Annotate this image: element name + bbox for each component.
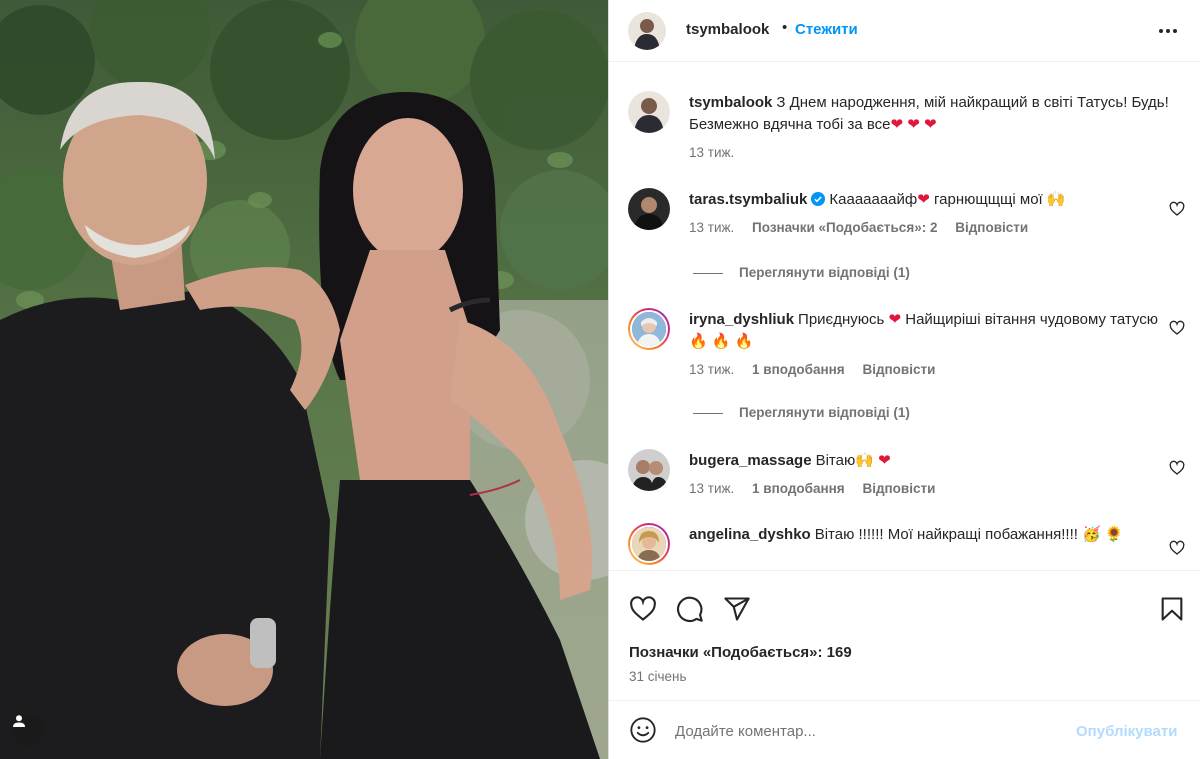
author-avatar[interactable] <box>628 91 670 133</box>
replies-line <box>693 272 723 274</box>
tag-user-icon <box>13 715 25 727</box>
reply-button[interactable]: Відповісти <box>862 362 935 377</box>
more-options-icon <box>1159 29 1177 33</box>
heart-outline-icon <box>1169 320 1185 335</box>
comment-time: 13 тиж. <box>689 362 735 377</box>
save-button[interactable] <box>1158 595 1186 623</box>
like-button[interactable] <box>629 595 657 623</box>
commenter-avatar-story[interactable] <box>628 308 670 350</box>
view-replies-button[interactable]: Переглянути відповіді (1) <box>693 265 910 280</box>
send-icon <box>724 597 750 621</box>
heart-outline-icon <box>1169 460 1185 475</box>
comment-likes[interactable]: 1 вподобання <box>752 362 845 377</box>
comment-meta: 13 тиж. 1 вподобання Відповісти <box>689 362 949 377</box>
post-details-panel: tsymbalook • Стежити tsymbalook З Днем на <box>609 0 1200 759</box>
heart-outline-icon <box>1169 540 1185 555</box>
comments-list[interactable]: tsymbalook З Днем народження, мій найкращ… <box>609 63 1200 569</box>
post-date: 31 січень <box>629 669 687 684</box>
author-username[interactable]: tsymbalook <box>686 21 769 38</box>
comment-body: Вітаю !!!!!! Мої найкращі побажання!!!! … <box>814 526 1124 543</box>
share-button[interactable] <box>723 595 751 623</box>
view-replies-label: Переглянути відповіді (1) <box>739 265 910 280</box>
comment-text: angelina_dyshko Вітаю !!!!!! Мої найкращі… <box>689 524 1169 546</box>
replies-line <box>693 412 723 414</box>
comment-input[interactable] <box>675 719 1055 743</box>
comment-likes[interactable]: Позначки «Подобається»: 2 <box>752 220 937 235</box>
comment-username[interactable]: angelina_dyshko <box>689 526 811 543</box>
caption-meta: 13 тиж. <box>689 145 748 160</box>
view-replies-label: Переглянути відповіді (1) <box>739 405 910 420</box>
commenter-avatar[interactable] <box>628 188 670 230</box>
comment-body: Вітаю🙌 <box>815 452 879 469</box>
tag-user-button[interactable] <box>12 714 44 746</box>
emoji-icon <box>630 717 656 743</box>
reply-button[interactable]: Відповісти <box>955 220 1028 235</box>
emoji-picker-button[interactable] <box>629 716 657 744</box>
caption-text: tsymbalook З Днем народження, мій найкращ… <box>689 92 1169 136</box>
like-comment-button[interactable] <box>1169 540 1185 556</box>
post-header: tsymbalook • Стежити <box>609 0 1200 62</box>
comment-time: 13 тиж. <box>689 220 735 235</box>
comment-meta: 13 тиж. 1 вподобання Відповісти <box>689 481 949 496</box>
publish-button[interactable]: Опублікувати <box>1076 723 1177 740</box>
like-comment-button[interactable] <box>1169 201 1185 217</box>
caption-username[interactable]: tsymbalook <box>689 94 772 111</box>
view-replies-button[interactable]: Переглянути відповіді (1) <box>693 405 910 420</box>
post-actions: Позначки «Подобається»: 169 31 січень <box>609 570 1200 700</box>
comment-meta: 13 тиж. Позначки «Подобається»: 2 Відпов… <box>689 220 1042 235</box>
comment-likes[interactable]: 1 вподобання <box>752 481 845 496</box>
comment-username[interactable]: taras.tsymbaliuk <box>689 191 807 208</box>
commenter-avatar-story[interactable] <box>628 523 670 565</box>
verified-badge-icon <box>811 192 826 206</box>
comment-time: 13 тиж. <box>689 481 735 496</box>
comment-username[interactable]: bugera_massage <box>689 452 812 469</box>
heart-icon <box>630 596 656 621</box>
comment-button[interactable] <box>676 595 704 623</box>
comment-username[interactable]: iryna_dyshliuk <box>689 311 794 328</box>
separator-dot: • <box>782 19 788 36</box>
comment-icon <box>677 596 703 622</box>
comment-body-rest: гарнющщщі мої 🙌 <box>929 191 1066 208</box>
comment-body: Приєднуюсь <box>798 311 889 328</box>
likes-count[interactable]: Позначки «Подобається»: 169 <box>629 644 852 661</box>
caption-time: 13 тиж. <box>689 145 735 160</box>
author-avatar[interactable] <box>628 12 666 50</box>
comment-heart-emoji: ❤ <box>888 311 902 328</box>
bookmark-icon <box>1161 597 1183 621</box>
reply-button[interactable]: Відповісти <box>862 481 935 496</box>
comment-heart-emoji: ❤ <box>917 191 930 208</box>
comment-body: Кааааааайф <box>829 191 918 208</box>
more-options-button[interactable] <box>1154 20 1182 42</box>
comment-text: iryna_dyshliuk Приєднуюсь ❤ Найщиріші віт… <box>689 309 1169 353</box>
comment-text: bugera_massage Вітаю🙌 ❤ <box>689 450 1169 472</box>
comment-composer: Опублікувати <box>609 700 1200 759</box>
post-photo[interactable] <box>0 0 608 759</box>
follow-button[interactable]: Стежити <box>795 21 858 38</box>
heart-outline-icon <box>1169 201 1185 216</box>
commenter-avatar[interactable] <box>628 449 670 491</box>
comment-text: taras.tsymbaliuk Кааааааайф❤ гарнющщщі мо… <box>689 189 1169 211</box>
like-comment-button[interactable] <box>1169 460 1185 476</box>
caption-emoji: ❤ ❤ ❤ <box>890 116 937 133</box>
comment-heart-emoji: ❤ <box>878 452 891 469</box>
photo-illustration <box>0 0 608 759</box>
like-comment-button[interactable] <box>1169 320 1185 336</box>
